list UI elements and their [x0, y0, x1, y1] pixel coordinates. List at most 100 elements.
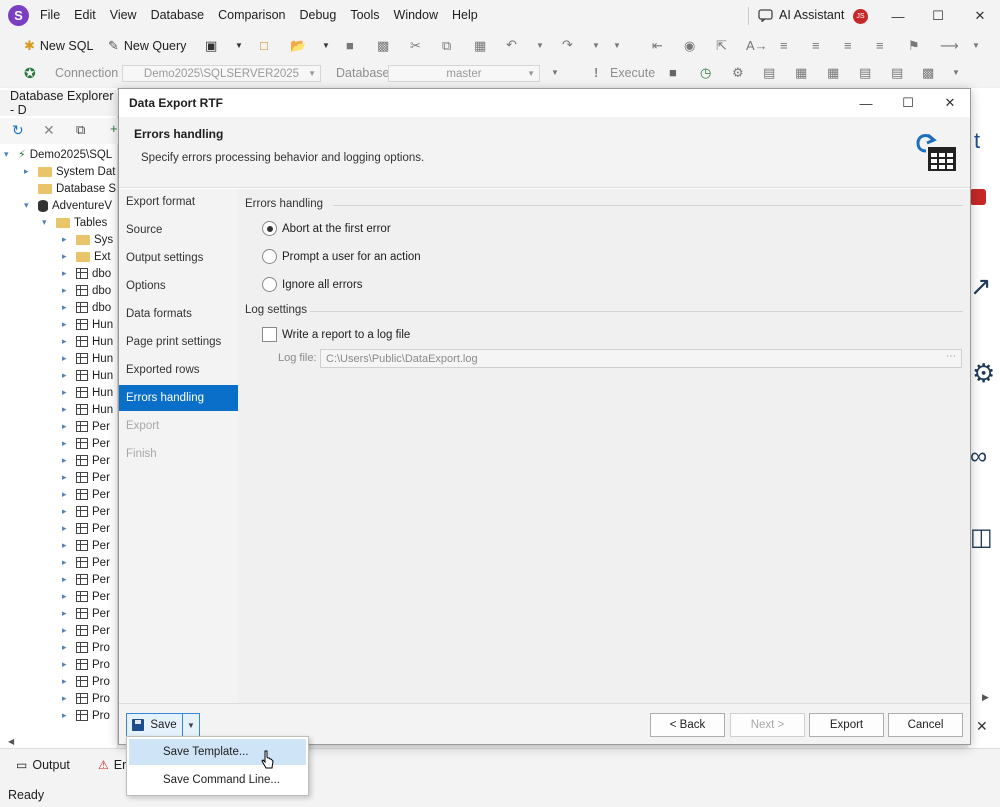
- back-button[interactable]: < Back: [650, 713, 725, 737]
- menu-edit[interactable]: Edit: [74, 8, 96, 22]
- tree-item[interactable]: ▸ Hun: [62, 316, 113, 333]
- save-button[interactable]: Save: [127, 714, 183, 736]
- collapse-chevron-icon[interactable]: ▸: [62, 659, 72, 670]
- tree-item[interactable]: ▸ Pro: [62, 707, 110, 724]
- format-icon[interactable]: ⇱: [716, 38, 727, 54]
- save-command-line-menu-item[interactable]: Save Command Line...: [129, 767, 306, 793]
- pin-icon[interactable]: ⟶: [940, 38, 959, 54]
- tree-item[interactable]: ▸ Per: [62, 605, 110, 622]
- menu-help[interactable]: Help: [452, 8, 478, 22]
- tree-item[interactable]: ▸ Per: [62, 520, 110, 537]
- collapse-chevron-icon[interactable]: ▸: [62, 302, 72, 313]
- tree-item[interactable]: ▸ Pro: [62, 656, 110, 673]
- chevron-down-icon[interactable]: ▼: [972, 41, 980, 50]
- ai-assistant-button[interactable]: AI Assistant: [758, 8, 844, 22]
- tree-item[interactable]: ▸ Hun: [62, 384, 113, 401]
- abort-first-error-radio[interactable]: Abort at the first error: [262, 221, 391, 236]
- tree-item[interactable]: ▸ Hun: [62, 401, 113, 418]
- collapse-chevron-icon[interactable]: ▸: [62, 523, 72, 534]
- query-plan-icon[interactable]: ⚙: [732, 65, 744, 81]
- nav-item-data-formats[interactable]: Data formats: [119, 301, 238, 327]
- nav-item-export-format[interactable]: Export format: [119, 189, 238, 215]
- collapse-chevron-icon[interactable]: ▸: [62, 251, 72, 262]
- error-list-tab[interactable]: ⚠ Er: [98, 758, 126, 772]
- instagram-icon[interactable]: [970, 189, 986, 205]
- save-template-menu-item[interactable]: Save Template...: [129, 739, 306, 765]
- collapse-chevron-icon[interactable]: ▸: [62, 404, 72, 415]
- scroll-right-icon[interactable]: ▶: [982, 692, 989, 703]
- tree-item[interactable]: ▸ Per: [62, 469, 110, 486]
- cut-icon[interactable]: ✂: [410, 38, 421, 54]
- collapse-chevron-icon[interactable]: ▸: [62, 574, 72, 585]
- collapse-chevron-icon[interactable]: ▸: [62, 608, 72, 619]
- table-icon[interactable]: ▦: [827, 65, 839, 81]
- collapse-chevron-icon[interactable]: ▸: [62, 642, 72, 653]
- dialog-close-icon[interactable]: ✕: [937, 93, 963, 113]
- collapse-chevron-icon[interactable]: ▸: [24, 166, 34, 177]
- tree-item[interactable]: ▸ Hun: [62, 333, 113, 350]
- maximize-icon[interactable]: ☐: [926, 6, 950, 26]
- save-all-icon[interactable]: ▩: [377, 38, 389, 54]
- chevron-down-icon[interactable]: ▼: [235, 41, 243, 50]
- document-icon[interactable]: ▣: [205, 38, 217, 54]
- tree-item[interactable]: ▾ AdventureV: [24, 197, 112, 214]
- nav-item-options[interactable]: Options: [119, 273, 238, 299]
- camera-icon[interactable]: ◉: [684, 38, 695, 54]
- collapse-chevron-icon[interactable]: ▸: [62, 591, 72, 602]
- collapse-chevron-icon[interactable]: ▸: [62, 387, 72, 398]
- collapse-chevron-icon[interactable]: ▸: [62, 489, 72, 500]
- nav-item-errors-handling[interactable]: Errors handling: [119, 385, 238, 411]
- comment-icon[interactable]: ≡: [876, 38, 884, 53]
- collapse-chevron-icon[interactable]: ▸: [62, 421, 72, 432]
- cancel-button[interactable]: Cancel: [888, 713, 963, 737]
- open-folder-icon[interactable]: 📂: [290, 38, 306, 54]
- stop-icon[interactable]: ■: [669, 65, 677, 80]
- copy-icon[interactable]: ⧉: [442, 38, 451, 54]
- redo-icon[interactable]: ↷: [562, 37, 573, 53]
- dialog-maximize-icon[interactable]: ☐: [895, 93, 921, 113]
- collapse-chevron-icon[interactable]: ▸: [62, 268, 72, 279]
- tree-item[interactable]: ▸ dbo: [62, 282, 111, 299]
- menu-comparison[interactable]: Comparison: [218, 8, 285, 22]
- new-query-button[interactable]: ✎ New Query: [108, 38, 186, 54]
- tree-item[interactable]: ▸ Hun: [62, 350, 113, 367]
- next-button[interactable]: Next >: [730, 713, 805, 737]
- collapse-icon[interactable]: ⧉: [76, 122, 85, 138]
- menu-debug[interactable]: Debug: [299, 8, 336, 22]
- collapse-chevron-icon[interactable]: ▸: [62, 557, 72, 568]
- collapse-chevron-icon[interactable]: ▸: [62, 353, 72, 364]
- collapse-chevron-icon[interactable]: ▸: [62, 336, 72, 347]
- menu-file[interactable]: File: [40, 8, 60, 22]
- new-file-icon[interactable]: □: [260, 38, 268, 53]
- expand-chevron-icon[interactable]: ▾: [24, 200, 34, 211]
- collapse-chevron-icon[interactable]: ▸: [62, 319, 72, 330]
- indent-left-icon[interactable]: ≡: [780, 38, 788, 53]
- browse-icon[interactable]: ⋯: [946, 351, 956, 362]
- expand-chevron-icon[interactable]: ▾: [4, 149, 14, 160]
- execute-button[interactable]: Execute: [610, 66, 655, 80]
- tree-item[interactable]: ▸ Per: [62, 418, 110, 435]
- tree-item[interactable]: ▸ Per: [62, 486, 110, 503]
- text-case-icon[interactable]: A→: [746, 38, 768, 53]
- collapse-chevron-icon[interactable]: ▸: [62, 234, 72, 245]
- dialog-minimize-icon[interactable]: —: [853, 93, 879, 113]
- tree-item[interactable]: ▸ Pro: [62, 673, 110, 690]
- collapse-chevron-icon[interactable]: ▸: [62, 625, 72, 636]
- image-icon[interactable]: ▤: [859, 65, 871, 81]
- outdent-icon[interactable]: ⇤: [652, 38, 663, 54]
- database-select[interactable]: master ▼: [388, 65, 540, 82]
- tree-item[interactable]: ▾ ⚡ Demo2025\SQL: [4, 146, 112, 163]
- tree-item[interactable]: ▸ Per: [62, 554, 110, 571]
- nav-item-source[interactable]: Source: [119, 217, 238, 243]
- align-icon[interactable]: ≡: [844, 38, 852, 53]
- add-icon[interactable]: +: [110, 121, 118, 136]
- indent-right-icon[interactable]: ≡: [812, 38, 820, 53]
- save-icon[interactable]: ■: [346, 38, 354, 53]
- collapse-chevron-icon[interactable]: ▸: [62, 370, 72, 381]
- collapse-chevron-icon[interactable]: ▸: [62, 676, 72, 687]
- save-split-button[interactable]: Save ▼: [126, 713, 200, 737]
- export-icon[interactable]: ▩: [922, 65, 934, 81]
- menu-database[interactable]: Database: [151, 8, 205, 22]
- chevron-down-icon[interactable]: ▼: [952, 68, 960, 77]
- tree-item[interactable]: ▸ Ext: [62, 248, 111, 265]
